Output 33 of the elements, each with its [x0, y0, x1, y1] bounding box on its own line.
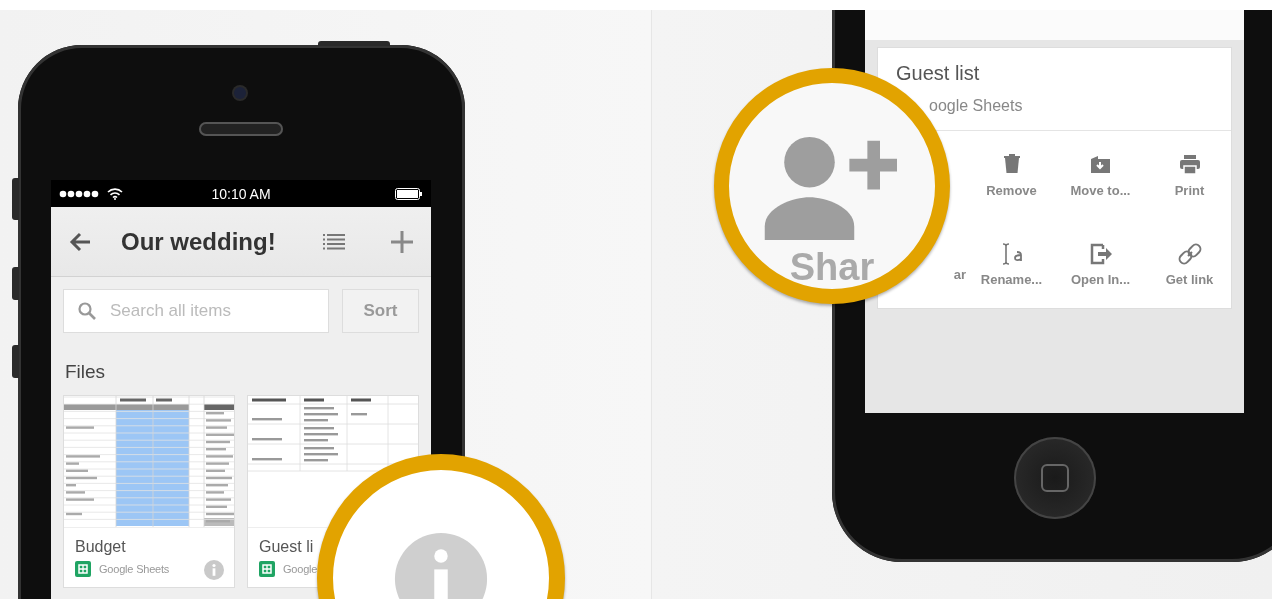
file-name: Guest li — [259, 538, 315, 556]
file-card[interactable]: Budget Google Sheets — [63, 395, 235, 588]
action-button[interactable]: Rename... — [967, 220, 1056, 309]
action-button[interactable]: Open In... — [1056, 220, 1145, 309]
sheets-icon — [75, 561, 91, 577]
share-label: Shar — [789, 246, 875, 289]
link-icon — [1177, 242, 1202, 266]
action-button[interactable]: Print — [1145, 131, 1234, 220]
exit-arrow-icon — [1088, 242, 1113, 266]
printer-icon — [1177, 153, 1202, 177]
file-name: Guest list — [896, 62, 981, 85]
back-arrow-icon[interactable] — [69, 231, 91, 252]
sort-button[interactable]: Sort — [342, 289, 419, 333]
action-button[interactable]: ar — [953, 267, 966, 282]
signal-icon — [59, 189, 101, 198]
list-view-icon[interactable] — [323, 233, 345, 250]
battery-icon — [395, 187, 423, 200]
plus-icon[interactable] — [391, 230, 413, 253]
action-button[interactable]: Move to... — [1056, 131, 1145, 220]
action-button[interactable]: Remove — [967, 131, 1056, 220]
action-button[interactable]: Get link — [1145, 220, 1234, 309]
file-type: Google Sheets — [99, 563, 170, 575]
file-type: oogle Sheets — [929, 97, 1024, 115]
sheets-icon — [259, 561, 275, 577]
folder-title: Our wedding! — [121, 227, 277, 256]
status-time: 10:10 AM — [211, 185, 271, 202]
file-name: Budget — [75, 538, 127, 556]
camera-lens — [234, 87, 246, 99]
search-field[interactable]: Search all items — [63, 289, 329, 333]
wifi-icon — [107, 187, 123, 200]
file-type: Google — [283, 563, 318, 575]
search-icon — [78, 302, 96, 320]
section-title: Files — [65, 361, 107, 383]
